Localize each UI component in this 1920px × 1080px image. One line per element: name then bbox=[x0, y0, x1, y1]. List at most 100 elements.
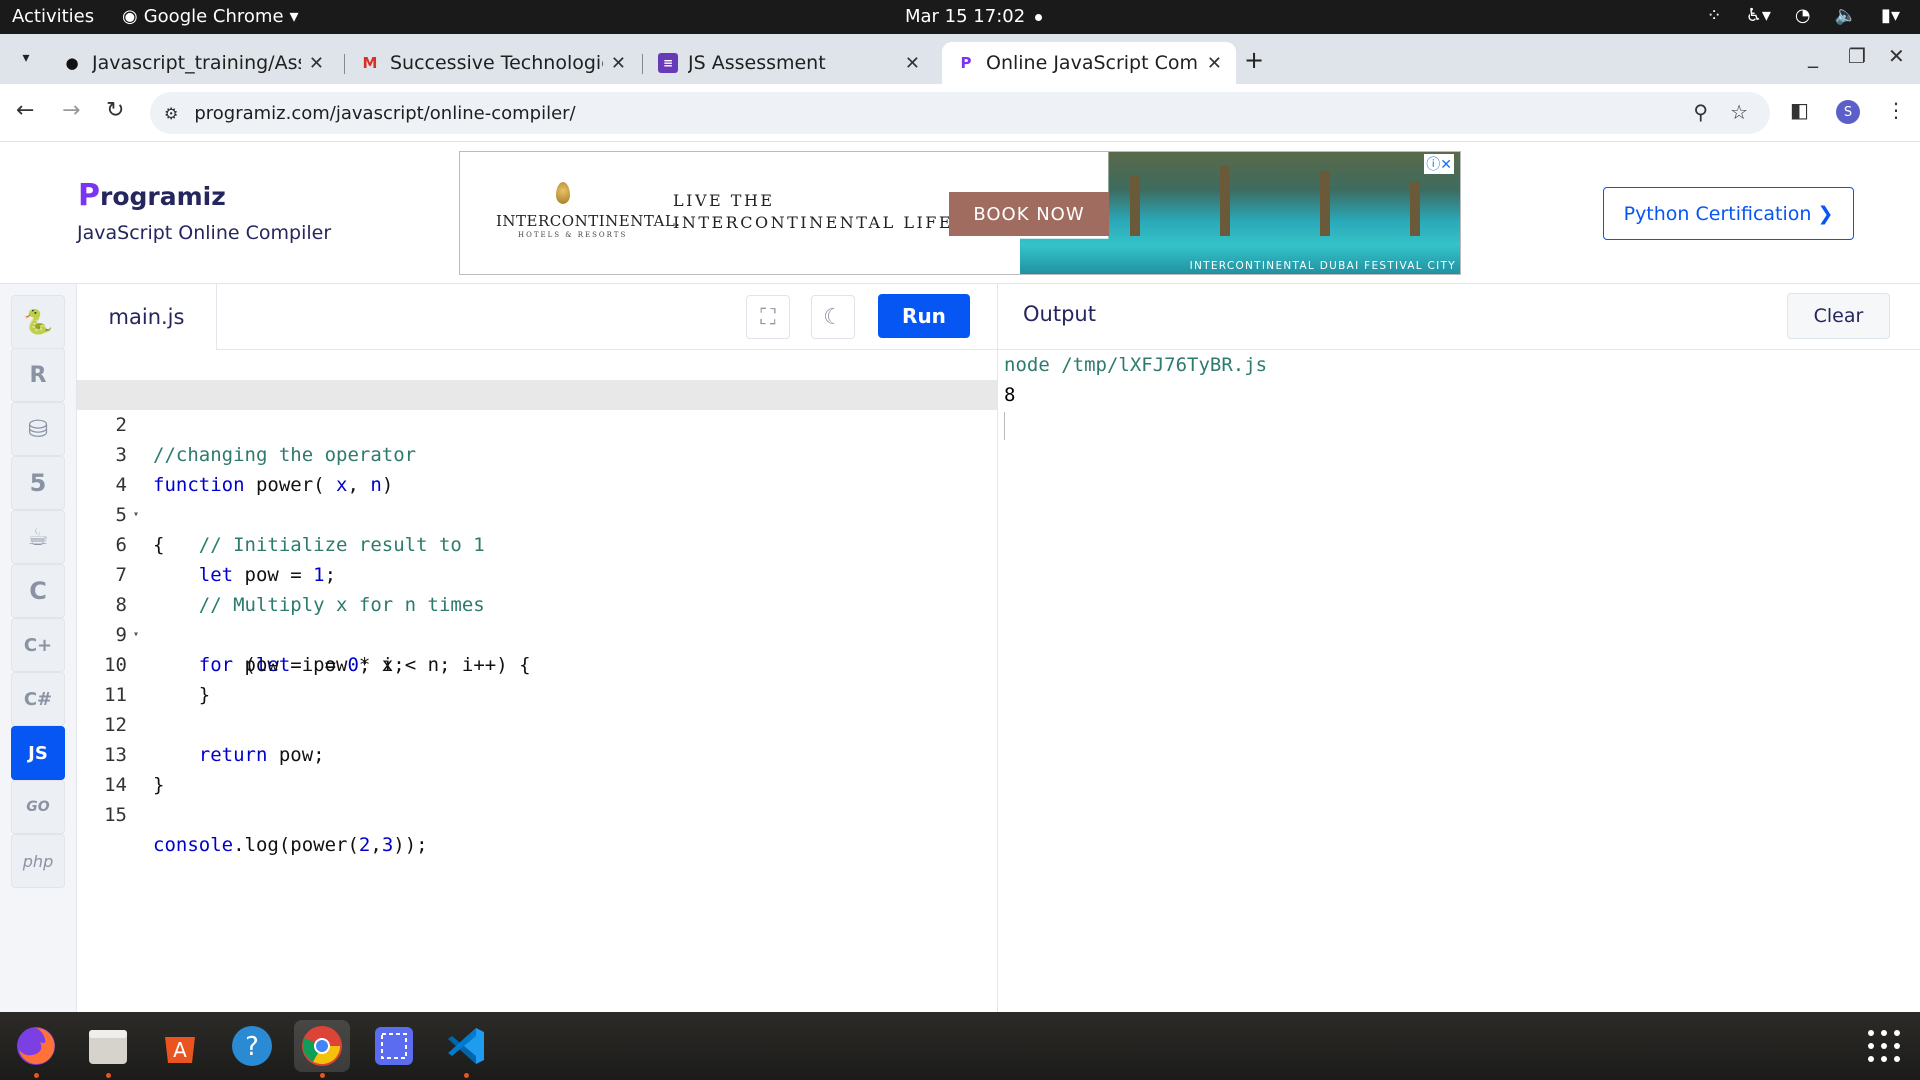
output-header: Output Clear bbox=[998, 284, 1920, 350]
tab-separator bbox=[344, 54, 345, 74]
code-line[interactable]: 9 pow = pow * x; bbox=[77, 590, 997, 676]
back-icon[interactable]: ← bbox=[16, 98, 34, 123]
address-bar[interactable]: ⚙ programiz.com/javascript/online-compil… bbox=[150, 92, 1770, 134]
tab-gmail[interactable]: M Successive Technologies ✕ bbox=[346, 42, 640, 84]
ad-slogan-line: INTERCONTINENTAL LIFE bbox=[673, 213, 954, 232]
output-console[interactable]: node /tmp/lXFJ76TyBR.js 8 bbox=[998, 350, 1920, 1012]
python-certification-button[interactable]: Python Certification ❯ bbox=[1603, 187, 1854, 240]
tab-label: Javascript_training/Assi bbox=[92, 52, 301, 74]
menu-kebab-icon[interactable]: ⋮ bbox=[1886, 98, 1906, 122]
forward-icon[interactable]: → bbox=[62, 98, 80, 123]
app-menu[interactable]: ◉ Google Chrome ▾ bbox=[122, 6, 299, 27]
programiz-logo[interactable]: Programiz bbox=[78, 178, 226, 213]
code-line[interactable]: 11 bbox=[77, 650, 997, 706]
reload-icon[interactable]: ↻ bbox=[106, 98, 124, 123]
output-result-line: 8 bbox=[1004, 384, 1016, 406]
system-tray[interactable]: ⁘ ♿▾ ◔ 🔈 ▮▾ bbox=[1707, 5, 1900, 26]
tab-search-button[interactable]: ▾ bbox=[12, 44, 40, 72]
restore-icon[interactable]: ❐ bbox=[1848, 44, 1866, 68]
tab-github[interactable]: ● Javascript_training/Assi ✕ bbox=[48, 42, 338, 84]
wifi-icon[interactable]: ◔ bbox=[1795, 5, 1811, 26]
ad-caption: INTERCONTINENTAL DUBAI FESTIVAL CITY bbox=[1189, 260, 1456, 272]
clear-button[interactable]: Clear bbox=[1787, 293, 1890, 339]
firefox-icon[interactable] bbox=[8, 1020, 64, 1078]
svg-text:?: ? bbox=[245, 1032, 259, 1062]
profile-avatar[interactable]: S bbox=[1836, 100, 1860, 124]
minimize-icon[interactable]: _ bbox=[1808, 44, 1818, 68]
ad-brand-tag: HOTELS & RESORTS bbox=[518, 231, 628, 239]
show-apps-icon[interactable] bbox=[1868, 1030, 1900, 1062]
code-line[interactable]: 12 return pow; bbox=[77, 680, 997, 766]
site-info-icon[interactable]: ⚙ bbox=[164, 104, 178, 123]
code-line[interactable]: 15 console.log(power(2,3)); bbox=[77, 770, 997, 856]
book-now-button[interactable]: BOOK NOW bbox=[949, 192, 1109, 236]
tab-label: Online JavaScript Compi bbox=[986, 52, 1199, 74]
side-panel-icon[interactable]: ◧ bbox=[1790, 98, 1809, 122]
code-line[interactable]: 5 // Initialize result to 1 bbox=[77, 470, 997, 556]
battery-icon[interactable]: ▮▾ bbox=[1881, 5, 1900, 26]
chevron-down-icon: ▾ bbox=[289, 6, 299, 27]
url-text[interactable]: programiz.com/javascript/online-compiler… bbox=[194, 103, 575, 124]
code-line[interactable]: 6 let pow = 1; bbox=[77, 500, 997, 586]
sql-icon[interactable]: ⛁ bbox=[11, 402, 65, 456]
new-tab-button[interactable]: + bbox=[1244, 46, 1264, 74]
tab-online-js-compiler[interactable]: P Online JavaScript Compi ✕ bbox=[942, 42, 1236, 84]
run-button[interactable]: Run bbox=[878, 294, 970, 338]
zoom-icon[interactable]: ⚲ bbox=[1693, 100, 1708, 124]
running-indicator bbox=[34, 1073, 39, 1078]
file-tab-main-js[interactable]: main.js bbox=[77, 284, 217, 350]
r-icon[interactable]: R bbox=[11, 348, 65, 402]
cpp-icon[interactable]: C+ bbox=[11, 618, 65, 672]
c-icon[interactable]: C bbox=[11, 564, 65, 618]
svg-text:A: A bbox=[173, 1038, 187, 1062]
advertisement-banner[interactable]: INTERCONTINENTAL. HOTELS & RESORTS LIVE … bbox=[459, 151, 1461, 275]
code-line[interactable]: 3 function power( x, n) bbox=[77, 410, 997, 496]
vscode-icon[interactable] bbox=[438, 1020, 494, 1078]
code-line-active[interactable]: 2 //changing the operator bbox=[77, 380, 997, 466]
dark-mode-icon[interactable]: ☾ bbox=[811, 295, 855, 339]
running-indicator bbox=[106, 1073, 111, 1078]
tab-js-assessment[interactable]: ≡ JS Assessment ✕ bbox=[644, 42, 934, 84]
bookmark-star-icon[interactable]: ☆ bbox=[1730, 100, 1748, 124]
code-line[interactable]: 13 } bbox=[77, 710, 997, 796]
chrome-icon[interactable] bbox=[294, 1020, 350, 1078]
code-line[interactable]: 1 bbox=[77, 350, 997, 406]
output-title: Output bbox=[1023, 302, 1096, 326]
code-line[interactable]: 8 ▾ for (let i = 0; i < n; i++) { bbox=[77, 560, 997, 676]
python-icon[interactable]: 🐍 bbox=[11, 295, 65, 349]
code-editor[interactable]: 1 2 //changing the operator 3 function p… bbox=[77, 350, 997, 1012]
close-icon[interactable]: ✕ bbox=[1207, 53, 1222, 74]
tab-label: Successive Technologies bbox=[390, 52, 603, 74]
clock[interactable]: Mar 15 17:02 bbox=[905, 6, 1043, 27]
close-icon[interactable]: ✕ bbox=[905, 53, 920, 74]
ad-choices-icon[interactable]: ⓘ✕ bbox=[1424, 154, 1454, 174]
close-icon[interactable]: ✕ bbox=[611, 53, 626, 74]
code-line[interactable]: 10 } bbox=[77, 620, 997, 706]
php-icon[interactable]: php bbox=[11, 834, 65, 888]
volume-icon[interactable]: 🔈 bbox=[1835, 5, 1857, 26]
close-window-icon[interactable]: ✕ bbox=[1888, 44, 1905, 68]
code-line[interactable]: 14 bbox=[77, 740, 997, 796]
cert-button-label: Python Certification bbox=[1623, 202, 1812, 225]
ad-slogan: LIVE THE INTERCONTINENTAL LIFE bbox=[673, 190, 953, 234]
accessibility-icon[interactable]: ♿▾ bbox=[1746, 5, 1771, 26]
code-text: console.log(power(2,3)); bbox=[153, 834, 428, 856]
java-icon[interactable]: ☕ bbox=[11, 510, 65, 564]
apps-indicator-icon[interactable]: ⁘ bbox=[1707, 5, 1722, 26]
logo-initial: P bbox=[78, 178, 100, 213]
fullscreen-icon[interactable]: ⛶ bbox=[746, 295, 790, 339]
ad-brand-name: INTERCONTINENTAL. bbox=[496, 212, 681, 230]
csharp-icon[interactable]: C# bbox=[11, 672, 65, 726]
activities-button[interactable]: Activities bbox=[12, 6, 94, 27]
code-line[interactable]: 4 ▾ { bbox=[77, 440, 997, 556]
files-icon[interactable] bbox=[80, 1020, 136, 1078]
go-icon[interactable]: GO bbox=[11, 780, 65, 834]
code-line[interactable]: 7 // Multiply x for n times bbox=[77, 530, 997, 616]
software-center-icon[interactable]: A bbox=[152, 1020, 208, 1072]
screenshot-icon[interactable] bbox=[366, 1020, 422, 1072]
editor-toolbar: main.js ⛶ ☾ Run bbox=[77, 284, 997, 350]
help-icon[interactable]: ? bbox=[224, 1020, 280, 1072]
javascript-icon[interactable]: JS bbox=[11, 726, 65, 780]
close-icon[interactable]: ✕ bbox=[309, 53, 324, 74]
html-icon[interactable]: 5 bbox=[11, 456, 65, 510]
